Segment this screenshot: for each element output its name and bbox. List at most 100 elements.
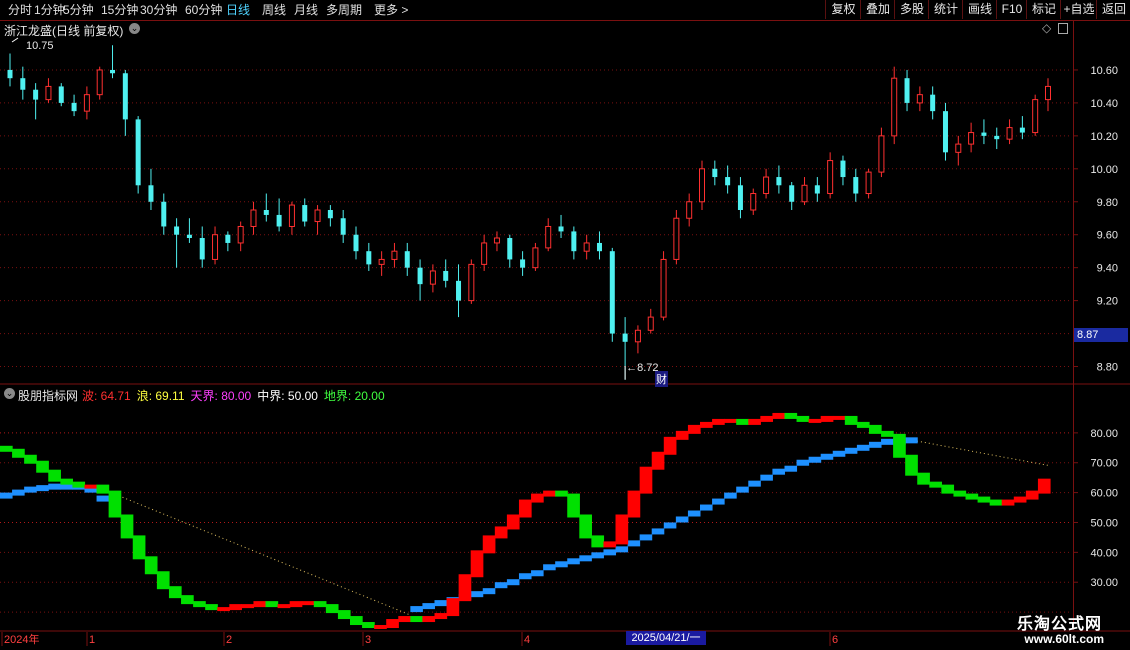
oscillator-segment: [506, 514, 520, 530]
candle: [250, 201, 257, 235]
candle: [417, 259, 423, 301]
candle-body: [225, 234, 231, 243]
wave-line-segment: [494, 582, 508, 589]
price-tick-label: 10.20: [1090, 131, 1118, 143]
candle-body: [699, 168, 705, 203]
wave-line-segment: [470, 591, 484, 598]
candle: [904, 69, 910, 112]
oscillator-segment: [905, 454, 918, 476]
candle-body: [955, 143, 962, 153]
candle: [558, 214, 564, 239]
candle-body: [840, 160, 846, 178]
wave-line-segment: [96, 495, 110, 502]
oscillator-segment: [12, 448, 25, 458]
candle-body: [288, 204, 295, 227]
wave-line-segment: [531, 570, 544, 577]
date-x-axis: 2024年 1 2 3 4 6: [1, 632, 838, 646]
candle: [71, 94, 77, 117]
wave-line-segment: [567, 558, 580, 565]
oscillator-segment: [181, 595, 194, 605]
price-annotations: 10.75 ←8.72: [11, 37, 1076, 380]
candle: [955, 135, 962, 166]
candle: [212, 226, 219, 265]
wave-line-segment: [543, 564, 556, 571]
candle: [225, 231, 231, 252]
candle: [865, 168, 872, 199]
candle-body: [686, 201, 693, 219]
oscillator-segment: [712, 418, 725, 425]
candle-body: [148, 185, 154, 202]
wave-line-segment: [603, 549, 617, 556]
oscillator-segment: [301, 601, 315, 606]
indicator-value-3: 50.00: [287, 389, 318, 403]
oscillator-segment: [784, 412, 798, 419]
candle-body: [263, 210, 269, 215]
finance-marker[interactable]: 财: [655, 371, 668, 387]
oscillator-segment: [977, 496, 991, 503]
wave-line-segment: [591, 552, 604, 559]
oscillator-segment: [1025, 490, 1039, 500]
oscillator-segment: [567, 493, 580, 518]
oscillator-segment: [627, 490, 641, 518]
watermark: 乐淘公式网 www.60lt.com: [990, 610, 1130, 650]
candle: [110, 45, 116, 79]
oscillator-segment: [446, 598, 460, 617]
oscillator-segment: [856, 421, 870, 428]
wave-line-segment: [724, 492, 737, 499]
candle-body: [994, 135, 1000, 140]
indicator-tick-label: 70.00: [1090, 458, 1118, 470]
candle-body: [891, 77, 898, 137]
oscillator-segment: [796, 415, 810, 422]
oscillator-segment: [84, 484, 98, 489]
candle: [391, 242, 398, 268]
candle-body: [981, 132, 987, 136]
oscillator-segment: [205, 604, 218, 611]
candle: [750, 188, 757, 215]
oscillator-segment: [615, 514, 629, 545]
candle: [468, 259, 475, 304]
candle-body: [122, 73, 128, 120]
oscillator-segment: [398, 616, 411, 623]
watermark-url: www.60lt.com: [1024, 632, 1104, 646]
oscillator-segment: [0, 445, 13, 452]
candle: [853, 168, 859, 202]
wave-line-segment: [868, 441, 882, 448]
date-tick-label: 1: [89, 634, 95, 646]
candle: [302, 198, 308, 227]
date-tick-label: 3: [365, 634, 371, 646]
candle: [507, 234, 513, 268]
candle-body: [1019, 127, 1025, 133]
candle-body: [622, 333, 628, 342]
wave-line-segment: [700, 504, 713, 511]
oscillator-segment: [881, 430, 894, 437]
candle: [148, 168, 154, 210]
candle: [1045, 78, 1051, 112]
candle-body: [161, 201, 167, 227]
chevron-down-icon[interactable]: ⌄: [4, 388, 15, 399]
candle-body: [725, 177, 731, 186]
indicator-values: 波: 64.71 浪: 69.11 天界: 80.00 中界: 50.00 地界: 20…: [82, 387, 391, 404]
oscillator-segment: [277, 604, 291, 609]
candle-body: [904, 78, 910, 103]
candle: [596, 231, 602, 260]
candle-body: [763, 176, 770, 195]
candle-body: [237, 225, 244, 244]
candle-body: [110, 69, 116, 74]
candle-body: [20, 78, 26, 90]
candle: [532, 242, 539, 271]
wave-line-segment: [687, 510, 701, 517]
oscillator-segment: [410, 616, 424, 623]
candle-body: [750, 193, 757, 211]
candle: [737, 177, 743, 219]
indicator-label-2: 天界:: [190, 389, 222, 403]
wave-line-segment: [808, 456, 822, 463]
candle: [263, 193, 269, 222]
oscillator-segment: [313, 601, 327, 608]
date-tick-label: 6: [832, 634, 838, 646]
indicator-name[interactable]: 股朋指标网: [18, 387, 78, 404]
candle-body: [174, 226, 180, 235]
oscillator-segment: [241, 604, 255, 609]
candle: [366, 242, 372, 271]
oscillator-segment: [36, 460, 49, 473]
oscillator-segment: [470, 550, 484, 578]
